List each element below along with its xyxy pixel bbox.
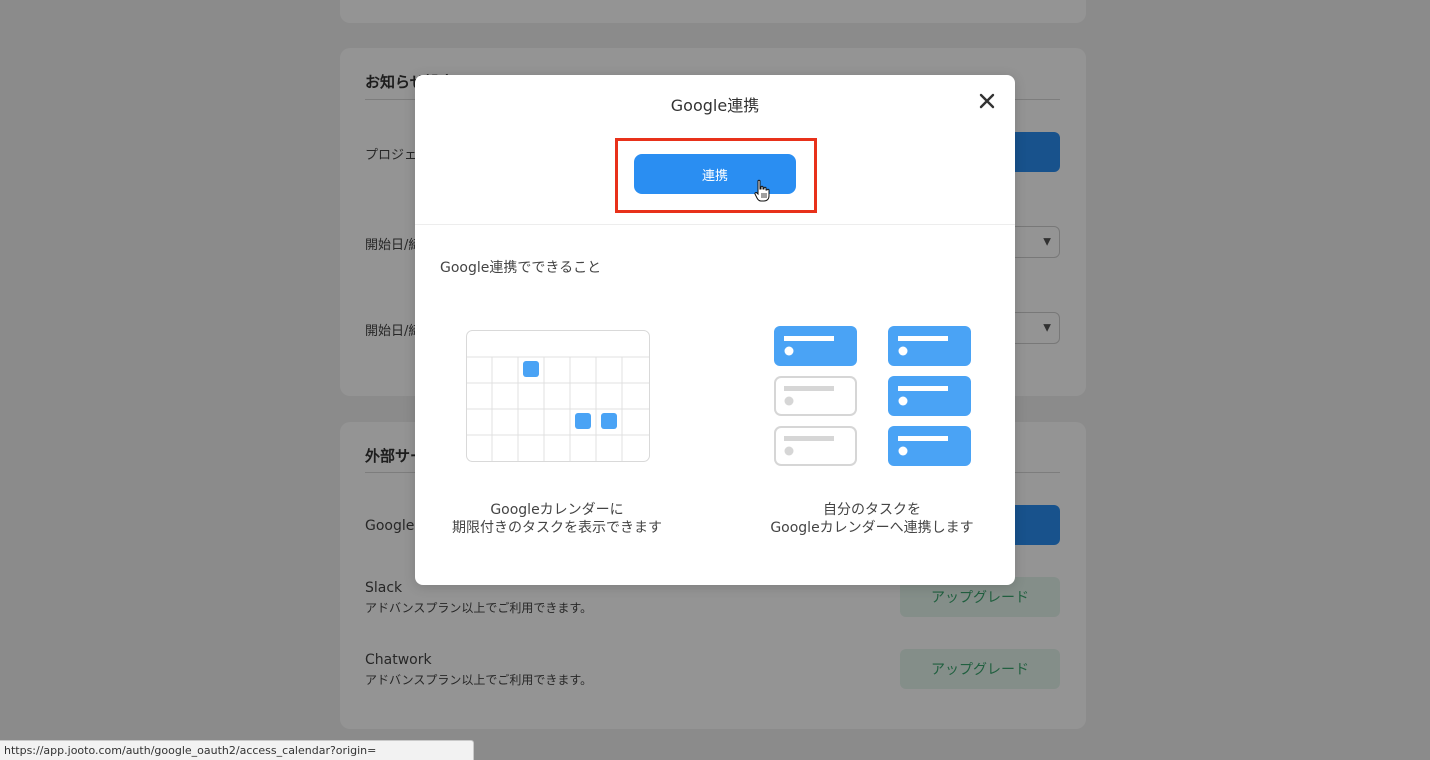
close-icon[interactable] bbox=[975, 89, 999, 113]
modal-divider bbox=[415, 224, 1015, 225]
feature-right-caption: 自分のタスクを Googleカレンダーへ連携します bbox=[752, 501, 992, 537]
features-heading: Google連携でできること bbox=[440, 260, 602, 276]
hand-cursor-icon bbox=[754, 179, 770, 207]
feature-left-caption-line2: 期限付きのタスクを表示できます bbox=[452, 520, 662, 536]
modal-title: Google連携 bbox=[670, 96, 760, 115]
link-google-button[interactable]: 連携 bbox=[634, 154, 796, 194]
calendar-illustration-icon bbox=[466, 330, 650, 466]
google-link-modal: Google連携 連携 Google連携でできること Googleカレンダーに … bbox=[415, 75, 1015, 585]
feature-left-caption: Googleカレンダーに 期限付きのタスクを表示できます bbox=[437, 501, 677, 537]
feature-right-caption-line1: 自分のタスクを bbox=[823, 502, 921, 518]
task-cards-illustration-icon bbox=[773, 325, 973, 471]
feature-right-caption-line2: Googleカレンダーへ連携します bbox=[770, 520, 974, 536]
status-bar-url: https://app.jooto.com/auth/google_oauth2… bbox=[0, 740, 474, 760]
feature-left-caption-line1: Googleカレンダーに bbox=[490, 502, 624, 518]
